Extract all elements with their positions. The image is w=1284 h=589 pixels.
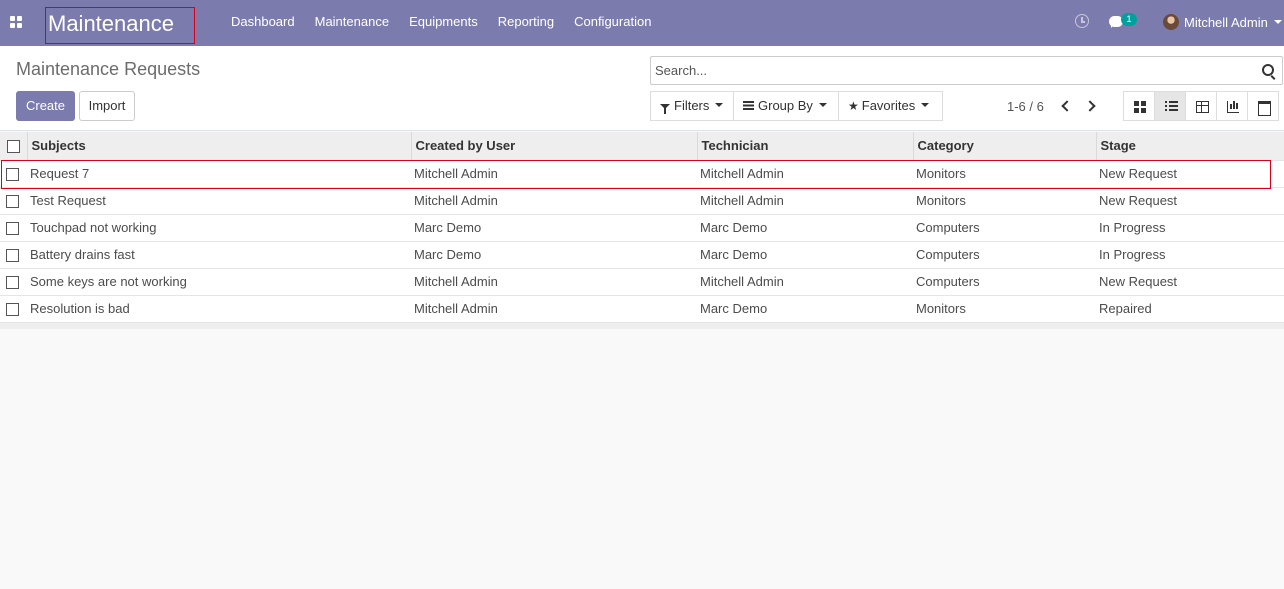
- graph-view-button[interactable]: [1216, 91, 1248, 121]
- table-header-row: Subjects Created by User Technician Cate…: [0, 132, 1284, 160]
- cell-category[interactable]: Monitors: [913, 294, 1096, 322]
- cell-subject[interactable]: Test Request: [27, 186, 411, 214]
- pager-previous-icon[interactable]: [1058, 99, 1072, 113]
- activity-clock-icon[interactable]: [1075, 14, 1089, 28]
- cell-category[interactable]: Computers: [913, 213, 1096, 241]
- control-panel: Maintenance Requests Create Import Filte…: [0, 46, 1284, 131]
- cell-stage[interactable]: New Request: [1096, 267, 1284, 295]
- cell-created-by[interactable]: Marc Demo: [411, 240, 697, 268]
- table-footer: [0, 322, 1284, 329]
- calendar-view-button[interactable]: [1247, 91, 1279, 121]
- filter-icon: [660, 104, 670, 114]
- filters-dropdown[interactable]: Filters: [650, 91, 734, 121]
- filters-label: Filters: [674, 98, 710, 113]
- favorites-label: Favorites: [861, 98, 916, 113]
- cell-stage[interactable]: Repaired: [1096, 294, 1284, 322]
- cell-created-by[interactable]: Mitchell Admin: [411, 294, 697, 322]
- select-all-cell: [0, 132, 28, 160]
- user-menu-caret-icon[interactable]: [1274, 20, 1282, 24]
- pager-value[interactable]: 1-6 / 6: [1007, 99, 1044, 114]
- cell-technician[interactable]: Marc Demo: [697, 213, 913, 241]
- row-checkbox[interactable]: [6, 249, 19, 263]
- menu-item-maintenance[interactable]: Maintenance: [315, 14, 389, 29]
- caret-down-icon: [715, 102, 724, 107]
- table-row[interactable]: Resolution is bad Mitchell Admin Marc De…: [0, 294, 1284, 322]
- list-view-button[interactable]: [1154, 91, 1186, 121]
- table-row[interactable]: Some keys are not working Mitchell Admin…: [0, 267, 1284, 295]
- caret-down-icon: [921, 102, 930, 107]
- row-checkbox[interactable]: [6, 195, 19, 209]
- cell-category[interactable]: Monitors: [913, 186, 1096, 214]
- column-header-technician[interactable]: Technician: [697, 132, 914, 160]
- cell-created-by[interactable]: Mitchell Admin: [411, 186, 697, 214]
- table-row[interactable]: Battery drains fast Marc Demo Marc Demo …: [0, 240, 1284, 268]
- cell-technician[interactable]: Marc Demo: [697, 294, 913, 322]
- table-row[interactable]: Request 7 Mitchell Admin Mitchell Admin …: [0, 159, 1284, 187]
- star-icon: ★: [848, 99, 859, 113]
- view-switcher: [1123, 91, 1279, 121]
- top-navbar: Maintenance Dashboard Maintenance Equipm…: [0, 0, 1284, 46]
- cell-technician[interactable]: Marc Demo: [697, 240, 913, 268]
- create-button[interactable]: Create: [16, 91, 75, 121]
- cell-category[interactable]: Computers: [913, 267, 1096, 295]
- caret-down-icon: [818, 102, 827, 107]
- menu-item-dashboard[interactable]: Dashboard: [231, 14, 295, 29]
- row-checkbox[interactable]: [6, 303, 19, 317]
- bars-icon: [743, 101, 754, 110]
- cell-category[interactable]: Monitors: [913, 159, 1096, 187]
- favorites-dropdown[interactable]: ★ Favorites: [838, 91, 943, 121]
- kanban-view-button[interactable]: [1123, 91, 1155, 121]
- row-checkbox[interactable]: [6, 222, 19, 236]
- column-header-category[interactable]: Category: [913, 132, 1097, 160]
- cell-created-by[interactable]: Mitchell Admin: [411, 267, 697, 295]
- user-avatar[interactable]: [1163, 14, 1179, 30]
- column-header-subjects[interactable]: Subjects: [27, 132, 412, 160]
- cell-subject[interactable]: Resolution is bad: [27, 294, 411, 322]
- groupby-dropdown[interactable]: Group By: [733, 91, 839, 121]
- pivot-view-button[interactable]: [1185, 91, 1217, 121]
- apps-menu-icon[interactable]: [10, 16, 23, 28]
- pager-next-icon[interactable]: [1085, 99, 1099, 113]
- cell-category[interactable]: Computers: [913, 240, 1096, 268]
- cell-subject[interactable]: Some keys are not working: [27, 267, 411, 295]
- menu-item-reporting[interactable]: Reporting: [498, 14, 554, 29]
- cell-subject[interactable]: Battery drains fast: [27, 240, 411, 268]
- app-brand[interactable]: Maintenance: [45, 7, 195, 44]
- cell-stage[interactable]: In Progress: [1096, 240, 1284, 268]
- search-icon[interactable]: [1262, 64, 1274, 76]
- cell-created-by[interactable]: Marc Demo: [411, 213, 697, 241]
- search-box: [650, 56, 1283, 85]
- page-title: Maintenance Requests: [16, 59, 201, 79]
- row-checkbox[interactable]: [6, 276, 19, 290]
- cell-technician[interactable]: Mitchell Admin: [697, 186, 913, 214]
- groupby-label: Group By: [758, 98, 813, 113]
- cell-technician[interactable]: Mitchell Admin: [697, 267, 913, 295]
- user-name[interactable]: Mitchell Admin: [1184, 15, 1268, 30]
- main-menu: Dashboard Maintenance Equipments Reporti…: [231, 14, 671, 29]
- messages-count-badge: 1: [1121, 13, 1137, 26]
- cell-technician[interactable]: Mitchell Admin: [697, 159, 913, 187]
- menu-item-equipments[interactable]: Equipments: [409, 14, 478, 29]
- search-input[interactable]: [651, 57, 1251, 84]
- requests-table: Subjects Created by User Technician Cate…: [0, 132, 1284, 329]
- row-checkbox[interactable]: [6, 168, 19, 182]
- cell-subject[interactable]: Request 7: [27, 159, 411, 187]
- cell-subject[interactable]: Touchpad not working: [27, 213, 411, 241]
- table-row[interactable]: Touchpad not working Marc Demo Marc Demo…: [0, 213, 1284, 241]
- column-header-stage[interactable]: Stage: [1096, 132, 1284, 160]
- cell-created-by[interactable]: Mitchell Admin: [411, 159, 697, 187]
- cell-stage[interactable]: In Progress: [1096, 213, 1284, 241]
- cell-stage[interactable]: New Request: [1096, 159, 1284, 187]
- menu-item-configuration[interactable]: Configuration: [574, 14, 651, 29]
- column-header-created-by[interactable]: Created by User: [411, 132, 698, 160]
- select-all-checkbox[interactable]: [7, 140, 20, 154]
- cell-stage[interactable]: New Request: [1096, 186, 1284, 214]
- import-button[interactable]: Import: [79, 91, 135, 121]
- table-row[interactable]: Test Request Mitchell Admin Mitchell Adm…: [0, 186, 1284, 214]
